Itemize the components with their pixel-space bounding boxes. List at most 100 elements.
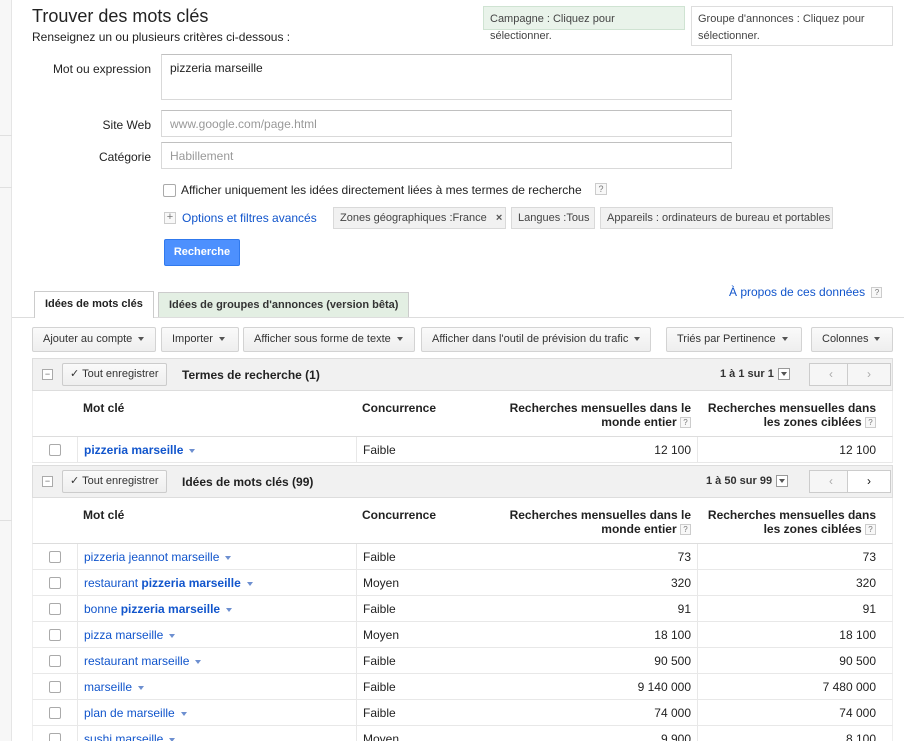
chevron-down-icon[interactable]: [180, 711, 187, 716]
sort-label: Triés par Pertinence: [677, 333, 776, 345]
devices-filter-chip[interactable]: Appareils : ordinateurs de bureau et por…: [600, 207, 833, 229]
competition-value: Moyen: [363, 628, 400, 642]
row-checkbox[interactable]: [49, 655, 61, 667]
global-searches-value: 73: [677, 550, 691, 564]
adgroup-selector[interactable]: Groupe d'annonces : Cliquez pour sélecti…: [691, 6, 893, 46]
col-global-searches[interactable]: Recherches mensuelles dans le monde entie…: [510, 508, 691, 536]
close-icon[interactable]: ×: [496, 212, 502, 224]
table-row: marseille Faible 9 140 000 7 480 000: [32, 674, 893, 700]
traffic-estimator-button[interactable]: Afficher dans l'outil de prévision du tr…: [421, 327, 651, 352]
global-searches-value: 320: [670, 576, 691, 590]
campaign-selector[interactable]: Campagne : Cliquez pour sélectionner.: [483, 6, 685, 42]
column-divider: [697, 622, 698, 647]
keyword-link[interactable]: restaurant marseille: [84, 654, 202, 668]
global-searches-value: 12 100: [654, 443, 691, 457]
collapse-icon[interactable]: −: [42, 476, 53, 487]
chevron-down-icon[interactable]: [195, 659, 202, 664]
chevron-down-icon[interactable]: [189, 448, 196, 453]
keyword-match: pizzeria marseille: [141, 576, 241, 590]
save-all-label: Tout enregistrer: [82, 475, 159, 487]
col-competition[interactable]: Concurrence: [362, 508, 436, 522]
table-row: plan de marseille Faible 74 000 74 000: [32, 700, 893, 726]
col-keyword[interactable]: Mot clé: [83, 401, 124, 415]
columns-button[interactable]: Colonnes: [811, 327, 893, 352]
only-related-checkbox[interactable]: [163, 184, 176, 197]
next-page-button[interactable]: ›: [847, 470, 891, 493]
row-checkbox[interactable]: [49, 733, 61, 741]
save-all-button[interactable]: ✓ Tout enregistrer: [62, 363, 167, 386]
row-checkbox[interactable]: [49, 707, 61, 719]
only-related-label: Afficher uniquement les idées directemen…: [181, 183, 582, 197]
sidebar-divider: [0, 520, 12, 521]
language-filter-chip[interactable]: Langues :Tous: [511, 207, 595, 229]
column-divider: [77, 674, 78, 699]
row-checkbox[interactable]: [49, 629, 61, 641]
col-local-searches[interactable]: Recherches mensuelles dans les zones cibl…: [708, 508, 876, 536]
keyword-link[interactable]: marseille: [84, 680, 145, 694]
next-page-button[interactable]: ›: [847, 363, 891, 386]
help-icon[interactable]: ?: [595, 183, 607, 195]
chevron-down-icon[interactable]: [246, 581, 253, 586]
add-to-account-button[interactable]: Ajouter au compte: [32, 327, 156, 352]
expand-plus-icon[interactable]: +: [164, 212, 176, 224]
tab-keyword-ideas[interactable]: Idées de mots clés: [34, 291, 154, 318]
chevron-down-icon[interactable]: [226, 607, 233, 612]
keyword-link[interactable]: sushi marseille: [84, 732, 176, 741]
column-divider: [697, 648, 698, 673]
help-icon[interactable]: ?: [680, 524, 691, 536]
page-select[interactable]: [776, 475, 789, 488]
row-checkbox[interactable]: [49, 577, 61, 589]
keyword-match: pizzeria marseille: [84, 443, 184, 457]
col-local-line1: Recherches mensuelles dans: [707, 401, 876, 415]
row-checkbox[interactable]: [49, 444, 61, 456]
search-button[interactable]: Recherche: [164, 239, 240, 266]
page-select[interactable]: [777, 368, 790, 381]
col-local-searches[interactable]: Recherches mensuelles dans les zones cibl…: [708, 401, 876, 429]
col-keyword[interactable]: Mot clé: [83, 508, 124, 522]
column-divider: [77, 437, 78, 462]
collapse-icon[interactable]: −: [42, 369, 53, 380]
keyword-link[interactable]: pizzeria jeannot marseille: [84, 550, 232, 564]
column-divider: [77, 726, 78, 741]
chevron-down-icon[interactable]: [169, 633, 176, 638]
keyword-label: Mot ou expression: [52, 62, 151, 76]
keyword-text: pizzeria jeannot marseille: [84, 550, 220, 564]
help-icon[interactable]: ?: [680, 417, 691, 429]
chevron-down-icon[interactable]: [138, 685, 145, 690]
keyword-link[interactable]: pizzeria marseille: [84, 443, 196, 457]
website-input[interactable]: www.google.com/page.html: [161, 110, 732, 137]
help-icon[interactable]: ?: [871, 287, 883, 299]
help-icon[interactable]: ?: [865, 524, 876, 536]
category-input[interactable]: Habillement: [161, 142, 732, 169]
row-checkbox[interactable]: [49, 681, 61, 693]
sort-button[interactable]: Triés par Pertinence: [666, 327, 802, 352]
keyword-link[interactable]: bonne pizzeria marseille: [84, 602, 233, 616]
local-searches-value: 7 480 000: [822, 680, 876, 694]
about-data[interactable]: À propos de ces données ?: [729, 285, 883, 299]
col-global-searches[interactable]: Recherches mensuelles dans le monde entie…: [510, 401, 691, 429]
help-icon[interactable]: ?: [865, 417, 876, 429]
keyword-link[interactable]: plan de marseille: [84, 706, 187, 720]
row-checkbox[interactable]: [49, 551, 61, 563]
column-divider: [697, 544, 698, 569]
import-button[interactable]: Importer: [161, 327, 239, 352]
keyword-text: marseille: [84, 680, 133, 694]
row-checkbox[interactable]: [49, 603, 61, 615]
col-competition[interactable]: Concurrence: [362, 401, 436, 415]
global-searches-value: 9 900: [660, 732, 691, 741]
local-searches-value: 74 000: [839, 706, 876, 720]
geo-filter-chip[interactable]: Zones géographiques :France ×: [333, 207, 506, 229]
tab-adgroup-ideas[interactable]: Idées de groupes d'annonces (version bêt…: [158, 292, 410, 317]
col-global-line1: Recherches mensuelles dans le: [509, 401, 691, 415]
keyword-text: pizza marseille: [84, 628, 164, 642]
about-data-link[interactable]: À propos de ces données: [729, 285, 865, 299]
keyword-link[interactable]: restaurant pizzeria marseille: [84, 576, 253, 590]
keyword-link[interactable]: pizza marseille: [84, 628, 176, 642]
keyword-input[interactable]: pizzeria marseille: [161, 54, 732, 100]
text-view-button[interactable]: Afficher sous forme de texte: [243, 327, 415, 352]
table-row: restaurant pizzeria marseille Moyen 320 320: [32, 570, 893, 596]
save-all-button[interactable]: ✓ Tout enregistrer: [62, 470, 167, 493]
chevron-down-icon[interactable]: [225, 555, 232, 560]
advanced-options-link[interactable]: Options et filtres avancés: [182, 211, 317, 225]
text-view-label: Afficher sous forme de texte: [254, 333, 391, 345]
